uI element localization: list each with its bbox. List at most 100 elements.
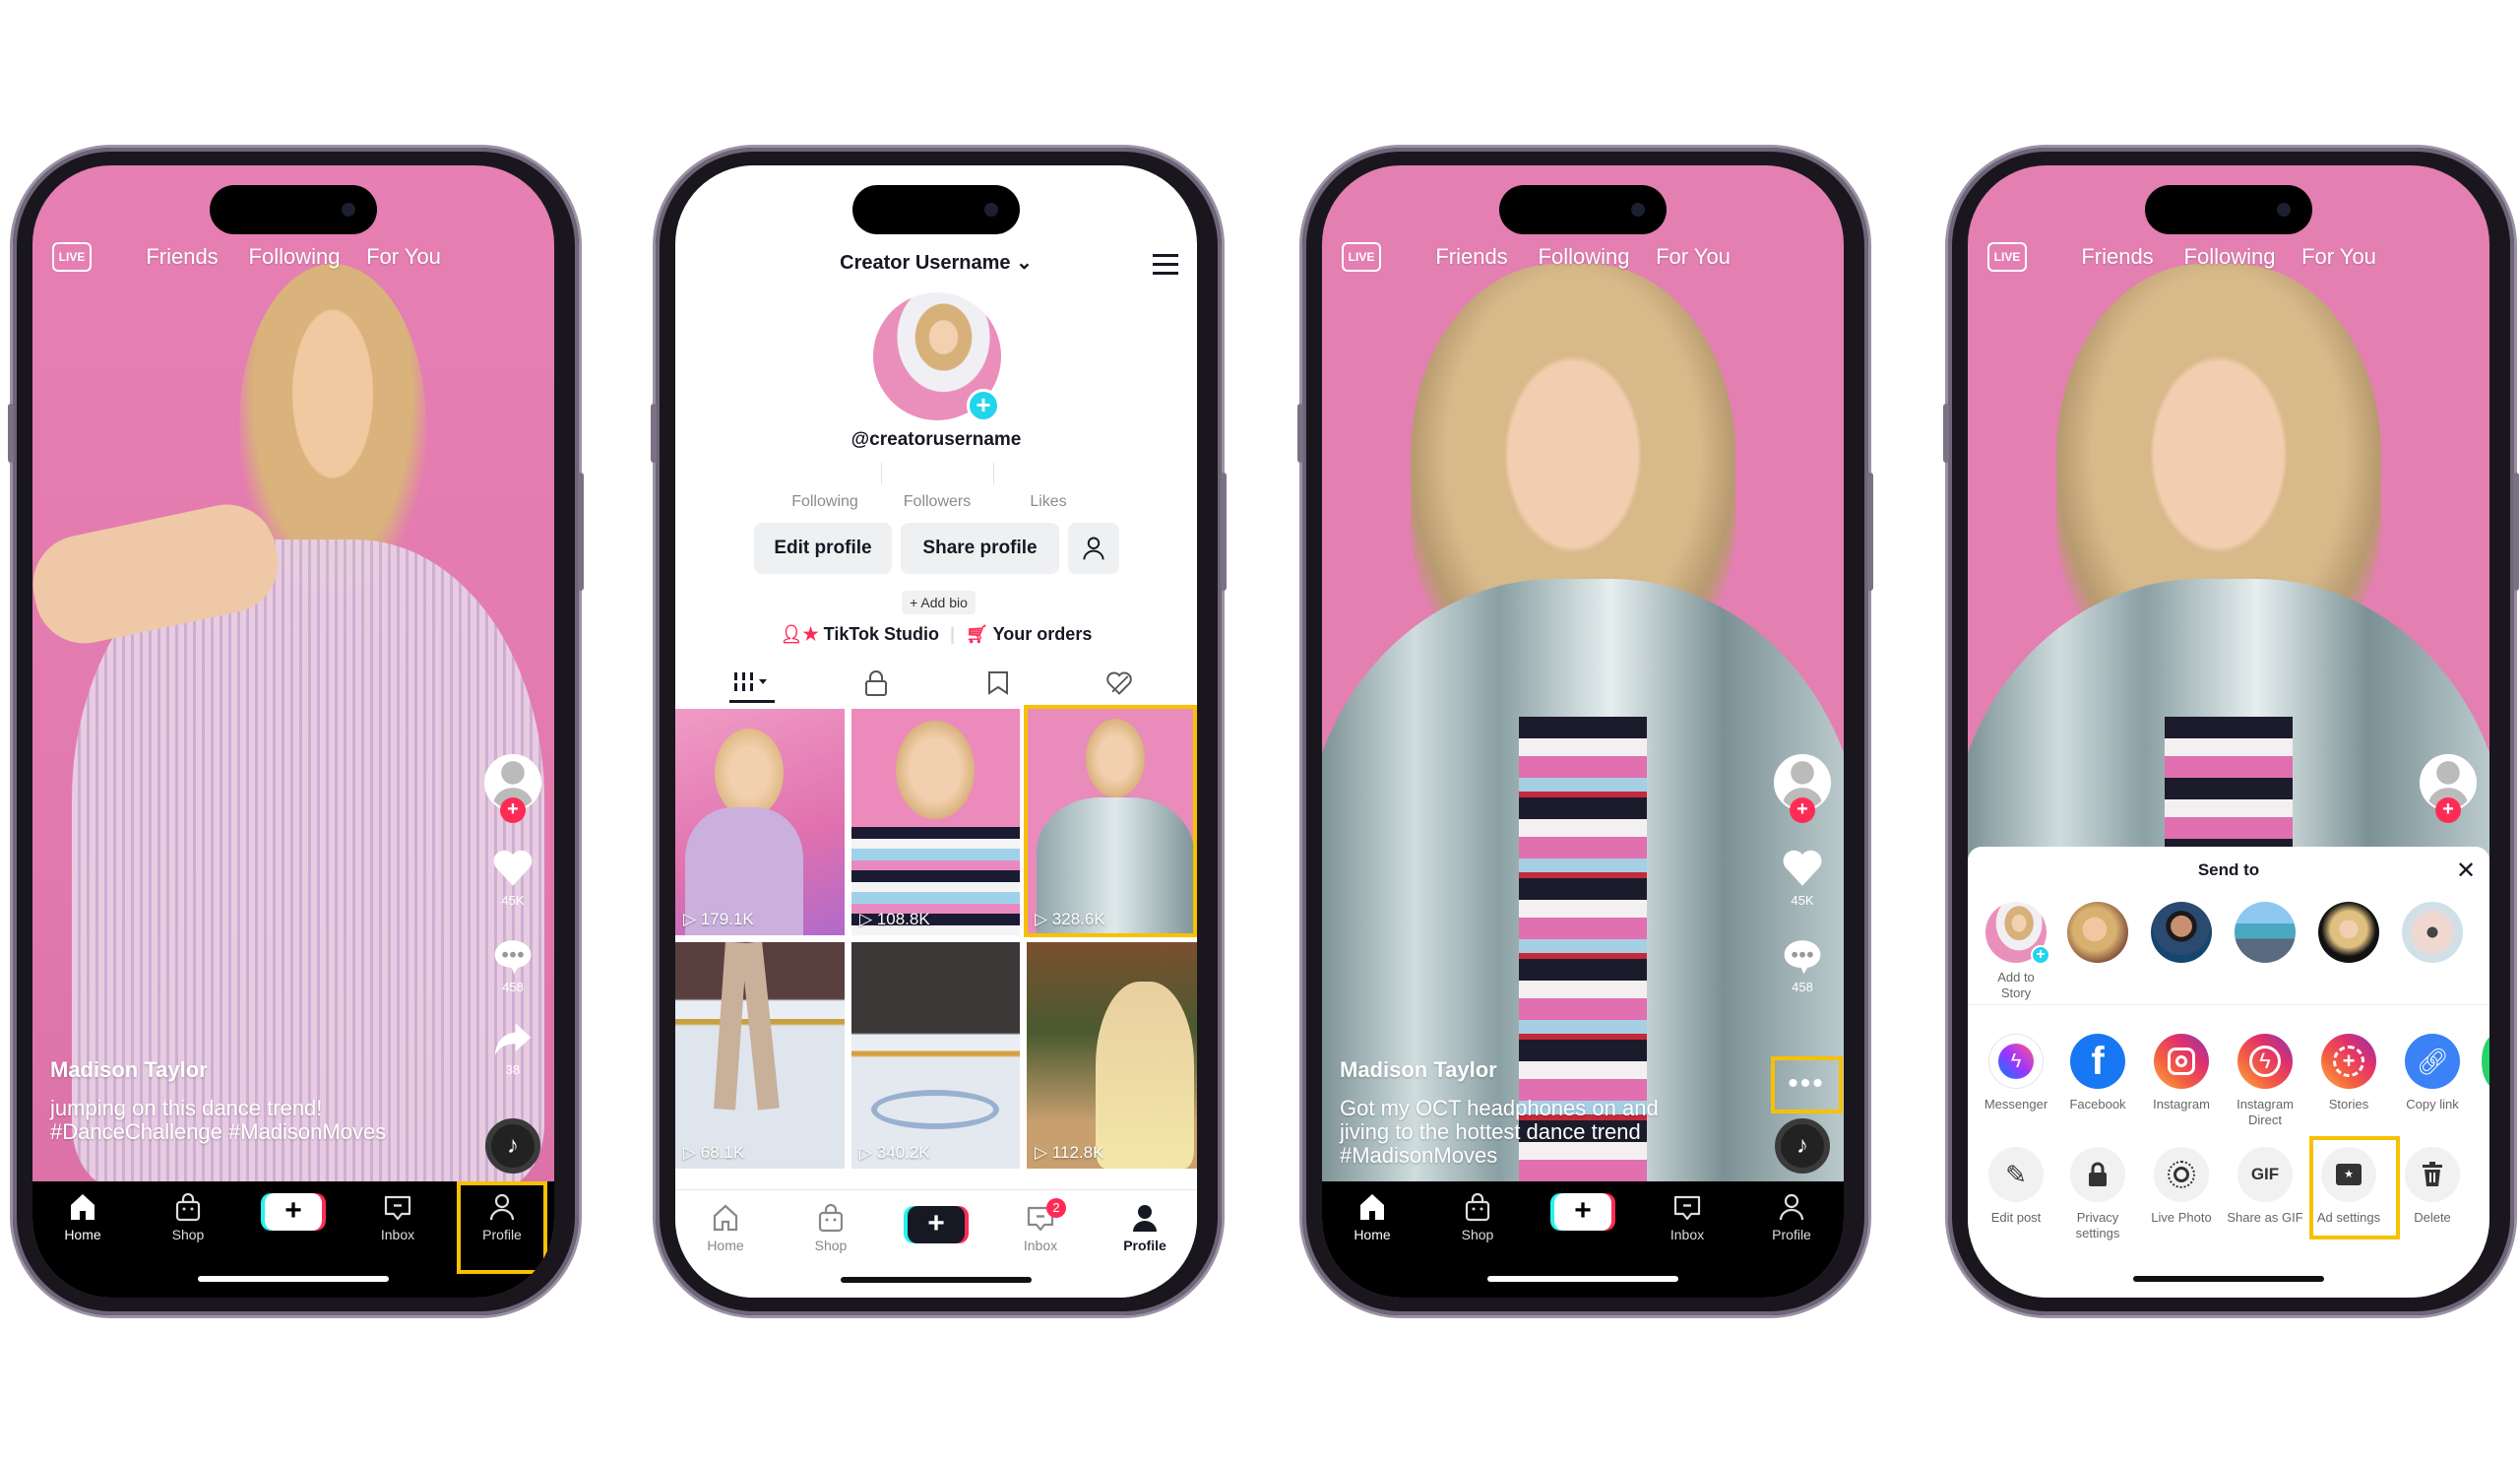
share-stories[interactable]: + Stories xyxy=(2306,1034,2391,1112)
following-label[interactable]: Following xyxy=(791,493,858,511)
tab-friends[interactable]: Friends xyxy=(2081,244,2153,270)
home-icon xyxy=(67,1191,98,1223)
nav-inbox[interactable]: Inbox xyxy=(1638,1191,1736,1242)
add-to-story-avatar[interactable]: + xyxy=(1985,902,2050,965)
edit-profile-button[interactable]: Edit profile xyxy=(754,523,892,574)
caption-hashtags[interactable]: #DanceChallenge #MadisonMoves xyxy=(50,1120,386,1144)
comment-button[interactable]: 458 xyxy=(1763,935,1842,994)
more-apps-icon[interactable] xyxy=(2482,1034,2489,1089)
heart-hidden-icon xyxy=(1106,671,1132,695)
follow-button[interactable]: + xyxy=(1790,797,1815,823)
comment-button[interactable]: 458 xyxy=(473,935,552,994)
lock-icon xyxy=(865,670,887,696)
tab-following[interactable]: Following xyxy=(1539,244,1630,270)
live-button[interactable]: LIVE xyxy=(52,242,92,272)
person-star-icon: 👤︎★ xyxy=(780,624,819,644)
contact-avatar[interactable] xyxy=(2235,902,2296,963)
tab-liked[interactable] xyxy=(1090,669,1149,702)
share-facebook[interactable]: f Facebook xyxy=(2055,1034,2140,1112)
action-delete[interactable]: Delete xyxy=(2390,1147,2475,1226)
contact-avatar[interactable] xyxy=(2067,902,2128,963)
close-icon[interactable]: ✕ xyxy=(2456,857,2476,885)
followers-label[interactable]: Followers xyxy=(904,493,971,511)
share-instagram[interactable]: Instagram xyxy=(2139,1034,2224,1112)
action-edit-post[interactable]: ✎ Edit post xyxy=(1974,1147,2058,1226)
stories-icon: + xyxy=(2321,1034,2376,1089)
share-copy-link[interactable]: 🔗︎ Copy link xyxy=(2390,1034,2475,1112)
active-tab-underline xyxy=(729,700,775,703)
instagram-icon xyxy=(2154,1034,2209,1089)
side-button xyxy=(8,404,14,463)
likes-label[interactable]: Likes xyxy=(1030,493,1066,511)
caption-hashtags[interactable]: #MadisonMoves xyxy=(1340,1144,1497,1168)
shop-bag-icon xyxy=(815,1202,847,1234)
tab-for-you[interactable]: For You xyxy=(366,244,441,270)
divider xyxy=(1968,1004,2489,1005)
follow-button[interactable]: + xyxy=(500,797,526,823)
live-button[interactable]: LIVE xyxy=(1987,242,2027,272)
screen: LIVE Friends Following For You + Send to… xyxy=(1968,165,2489,1298)
side-button xyxy=(1943,404,1949,463)
add-friend-button[interactable] xyxy=(1068,523,1119,574)
tab-following[interactable]: Following xyxy=(249,244,341,270)
author-name[interactable]: Madison Taylor xyxy=(1340,1057,1497,1083)
tab-for-you[interactable]: For You xyxy=(1656,244,1731,270)
bottom-nav: Home Shop + Inbox 2 Profile xyxy=(675,1189,1197,1298)
contact-avatar[interactable] xyxy=(2402,902,2463,963)
tab-friends[interactable]: Friends xyxy=(146,244,218,270)
create-button[interactable]: + xyxy=(265,1193,322,1231)
like-button[interactable]: 45K xyxy=(1763,845,1842,908)
add-avatar-plus-icon[interactable]: + xyxy=(967,389,1000,422)
home-indicator xyxy=(841,1277,1032,1283)
video-thumbnail[interactable]: ▷ 108.8K xyxy=(851,709,1020,935)
phone-feed-home: LIVE Friends Following For You + 45K 458… xyxy=(8,148,584,1315)
share-messenger[interactable]: ϟ Messenger xyxy=(1974,1034,2058,1112)
plus-icon: + xyxy=(2031,945,2050,965)
author-name[interactable]: Madison Taylor xyxy=(50,1057,208,1083)
nav-shop[interactable]: Shop xyxy=(139,1191,237,1242)
video-thumbnail[interactable]: ▷ 68.1K xyxy=(675,942,845,1169)
add-bio-button[interactable]: + Add bio xyxy=(902,591,976,614)
tiktok-studio-label: TikTok Studio xyxy=(823,624,940,644)
live-button[interactable]: LIVE xyxy=(1342,242,1381,272)
sound-disc-icon[interactable]: ♪ xyxy=(1775,1118,1830,1174)
tab-reposts[interactable] xyxy=(969,669,1028,702)
nav-profile[interactable]: Profile xyxy=(1096,1202,1194,1253)
video-background[interactable] xyxy=(1322,165,1844,1209)
tiktok-studio-link[interactable]: 👤︎★ TikTok Studio xyxy=(781,624,939,644)
nav-inbox[interactable]: Inbox 2 xyxy=(991,1198,1090,1253)
nav-profile[interactable]: Profile xyxy=(1742,1191,1841,1242)
create-button[interactable]: + xyxy=(1554,1193,1611,1231)
nav-inbox[interactable]: Inbox xyxy=(348,1191,447,1242)
video-thumbnail[interactable]: ▷ 179.1K xyxy=(675,709,845,935)
contact-avatar[interactable] xyxy=(2151,902,2212,963)
video-thumbnail[interactable]: ▷ 112.8K xyxy=(1027,942,1197,1169)
nav-shop[interactable]: Shop xyxy=(782,1202,880,1253)
tab-for-you[interactable]: For You xyxy=(2301,244,2376,270)
tab-private[interactable] xyxy=(847,669,906,702)
sound-disc-icon[interactable]: ♪ xyxy=(485,1118,540,1174)
gif-icon: GIF xyxy=(2237,1147,2293,1202)
like-button[interactable]: 45K xyxy=(473,845,552,908)
tab-following[interactable]: Following xyxy=(2184,244,2276,270)
shop-bag-icon xyxy=(172,1191,204,1223)
action-share-as-gif[interactable]: GIF Share as GIF xyxy=(2223,1147,2307,1226)
nav-shop[interactable]: Shop xyxy=(1428,1191,1527,1242)
nav-home[interactable]: Home xyxy=(1323,1191,1421,1242)
action-live-photo[interactable]: Live Photo xyxy=(2139,1147,2224,1226)
nav-home[interactable]: Home xyxy=(676,1202,775,1253)
tab-friends[interactable]: Friends xyxy=(1435,244,1507,270)
nav-home[interactable]: Home xyxy=(33,1191,132,1242)
share-profile-button[interactable]: Share profile xyxy=(901,523,1059,574)
contact-avatar[interactable] xyxy=(2318,902,2379,963)
menu-icon[interactable] xyxy=(1153,254,1178,275)
share-instagram-direct[interactable]: ϟ Instagram Direct xyxy=(2223,1034,2307,1128)
video-thumbnail[interactable]: ▷ 340.2K xyxy=(851,942,1020,1169)
create-button[interactable]: + xyxy=(908,1206,965,1243)
account-switcher[interactable]: Creator Username ⌄ xyxy=(675,250,1197,275)
follow-button[interactable]: + xyxy=(2435,797,2461,823)
tab-videos[interactable] xyxy=(723,669,782,700)
share-button[interactable]: 38 xyxy=(473,1018,552,1077)
action-privacy-settings[interactable]: Privacy settings xyxy=(2055,1147,2140,1241)
your-orders-link[interactable]: 🛒︎ Your orders xyxy=(966,624,1092,644)
